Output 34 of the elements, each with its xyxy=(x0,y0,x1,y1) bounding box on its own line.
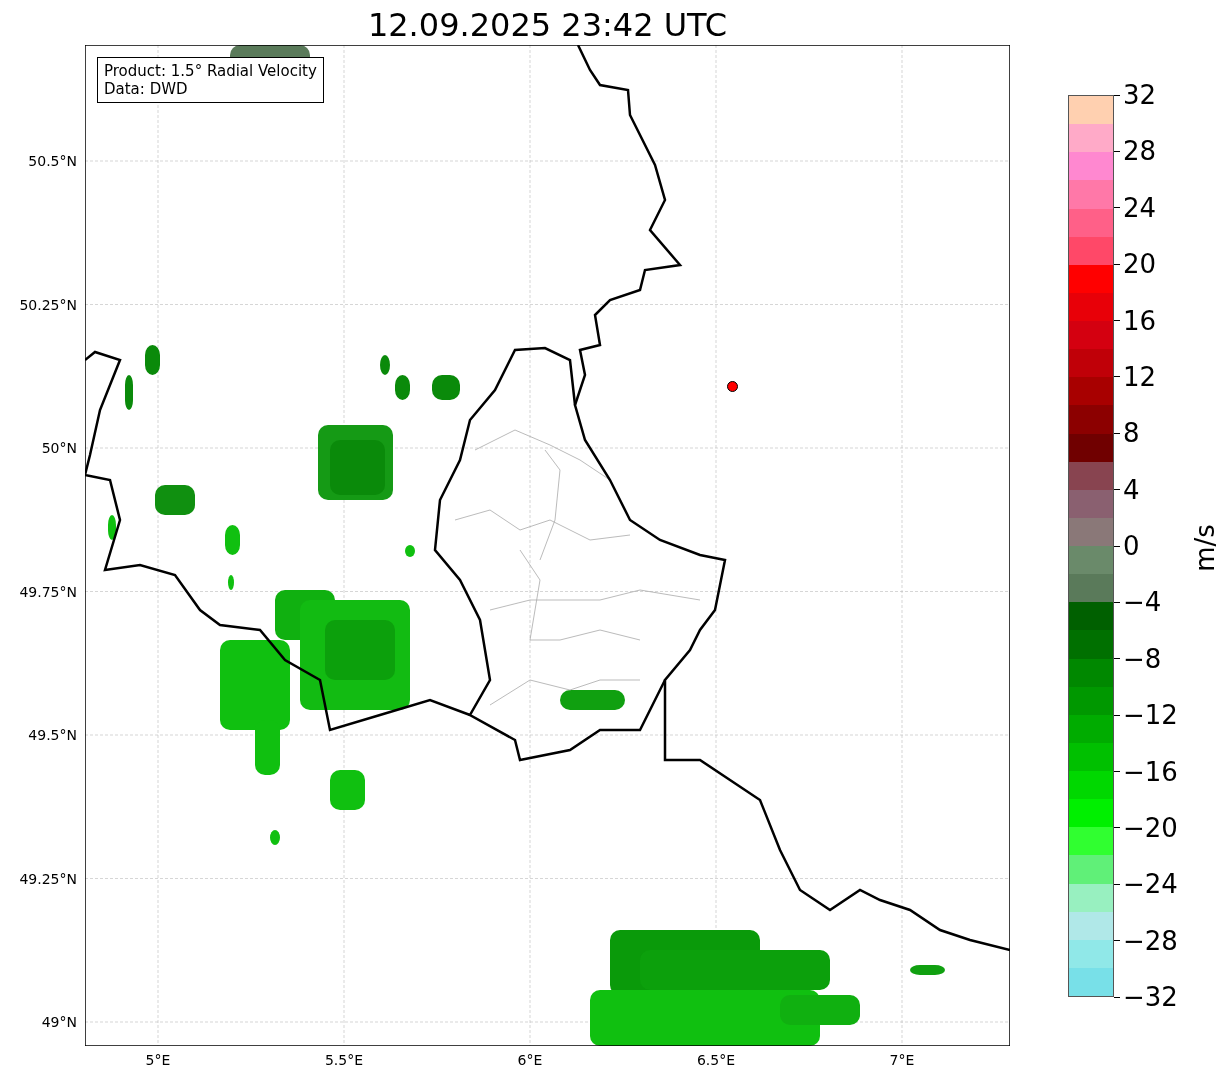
colorbar-tick-label: −32 xyxy=(1123,982,1178,1012)
colorbar-tick-label: −16 xyxy=(1123,756,1178,787)
longitude-label: 6.5°E xyxy=(695,1052,737,1068)
colorbar-tick-label: 0 xyxy=(1123,531,1140,561)
colorbar-tick-label: 12 xyxy=(1123,361,1157,392)
colorbar-unit-label: m/s xyxy=(1189,524,1220,572)
latitude-label: 50.5°N xyxy=(28,152,77,170)
colorbar-tick-label: 4 xyxy=(1123,474,1140,505)
radar-site-marker xyxy=(727,381,738,392)
colorbar-tick-label: −8 xyxy=(1123,643,1162,674)
colorbar-tick-label: 16 xyxy=(1123,305,1157,336)
latitude-label: 49.5°N xyxy=(28,726,77,744)
latitude-label: 49.75°N xyxy=(19,582,77,601)
colorbar-tick-label: −28 xyxy=(1123,925,1178,956)
longitude-label: 5.5°E xyxy=(323,1052,365,1068)
colorbar-tick-label: 20 xyxy=(1123,249,1157,280)
colorbar-tick-label: −24 xyxy=(1123,869,1178,900)
longitude-label: 7°E xyxy=(888,1052,916,1068)
latitude-label: 49°N xyxy=(41,1013,77,1031)
longitude-label: 6°E xyxy=(516,1052,544,1068)
longitude-label: 5°E xyxy=(144,1052,172,1068)
colorbar-tick-label: −4 xyxy=(1123,587,1162,618)
colorbar-tick-label: −20 xyxy=(1123,812,1178,843)
info-text: Product: 1.5° Radial Velocity xyxy=(104,62,317,80)
colorbar-tick-label: 8 xyxy=(1123,418,1140,449)
colorbar-tick-label: 28 xyxy=(1123,136,1157,167)
colorbar-tick-label: 32 xyxy=(1123,80,1157,110)
colorbar-tick-label: −12 xyxy=(1123,700,1178,731)
plot-title: 12.09.2025 23:42 UTC xyxy=(366,5,729,45)
colorbar-tick-label: 24 xyxy=(1123,192,1157,223)
latitude-label: 49.25°N xyxy=(19,869,77,888)
latitude-label: 50°N xyxy=(41,439,77,457)
latitude-label: 50.25°N xyxy=(19,295,77,314)
info-text: Data: DWD xyxy=(104,80,189,98)
